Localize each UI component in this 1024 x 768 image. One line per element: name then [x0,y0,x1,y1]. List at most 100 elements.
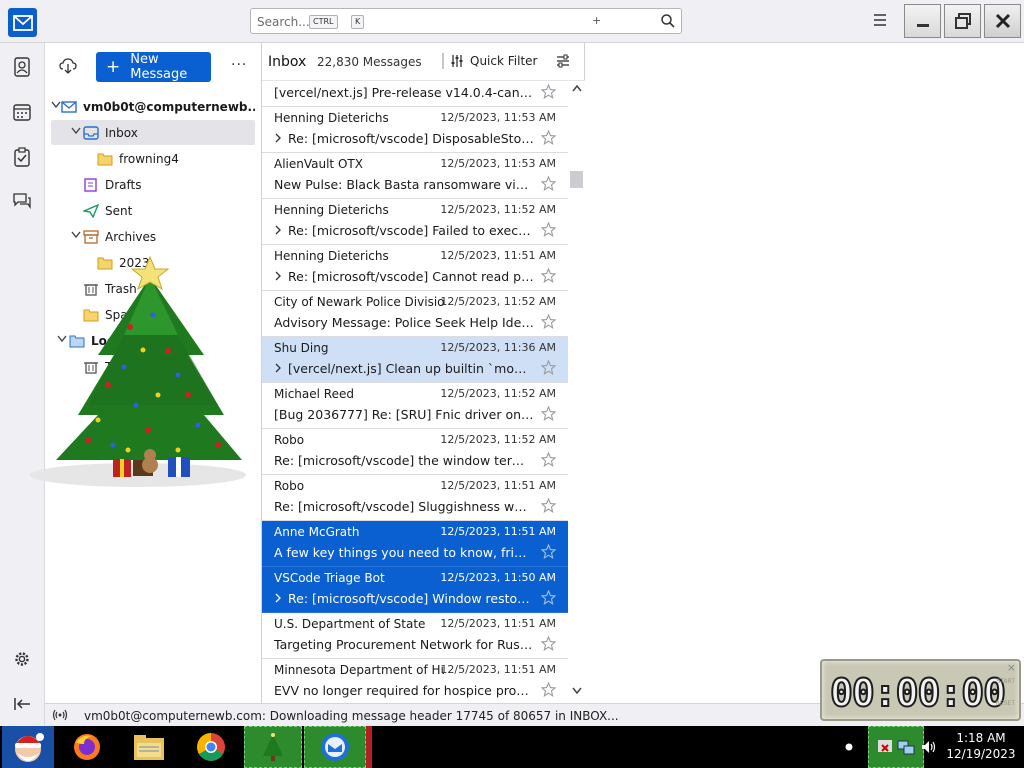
taskbar-file-explorer[interactable] [128,726,170,768]
message-row[interactable]: VSCode Triage Bot 12/5/2023, 11:50 AM Re: … [262,567,568,613]
tasks-icon[interactable] [11,146,33,168]
star-icon[interactable] [540,83,557,102]
folder-frowning4[interactable]: frowning4 [51,146,255,171]
folder-2023[interactable]: 2023 [51,250,255,275]
taskbar-thunderbird[interactable] [304,726,366,768]
message-row[interactable]: Anne McGrath 12/5/2023, 11:51 AM A few key… [262,521,568,567]
folder-label: Sent [105,203,133,218]
scroll-up-icon[interactable] [572,84,582,92]
list-display-options-icon[interactable] [556,54,570,71]
message-subject-line: Targeting Procurement Network for Russia… [274,637,534,652]
star-icon[interactable] [540,359,557,378]
collapse-spaces-icon[interactable] [11,693,33,715]
message-row[interactable]: Robo 12/5/2023, 11:52 AM Re: [microsoft/vs… [262,429,568,475]
expand-chevron-icon[interactable] [55,335,69,346]
message-row[interactable]: City of Newark Police Division 12/5/2023,… [262,291,568,337]
calendar-icon[interactable] [11,101,33,123]
folder-archives[interactable]: Archives [51,224,255,249]
folder-spam[interactable]: Spam [51,302,255,327]
star-icon[interactable] [540,681,557,700]
folder-sent[interactable]: Sent [51,198,255,223]
chat-icon[interactable] [11,190,33,212]
taskbar-clock[interactable]: 1:18 AM 12/19/2023 [938,730,1024,762]
expand-chevron-icon[interactable] [69,231,83,242]
star-icon[interactable] [540,175,557,194]
new-message-button[interactable]: + New Message [96,52,211,82]
thread-chevron-icon[interactable] [274,593,288,606]
drafts-icon [83,177,99,192]
stopwatch-widget: 00:00:00 × START RESET [820,659,1021,721]
thread-chevron-icon[interactable] [274,225,288,238]
expand-chevron-icon[interactable] [69,127,83,138]
search-icon[interactable] [660,13,676,32]
star-icon[interactable] [540,405,557,424]
message-row[interactable]: [vercel/next.js] Pre-release v14.0.4-can… [262,81,568,107]
message-row[interactable]: Minnesota Department of Hu... 12/5/2023, … [262,659,568,703]
settings-gear-icon[interactable] [11,648,33,670]
tray-error-icon [878,740,892,752]
minimize-button[interactable] [904,4,941,38]
folder-label: vm0b0t@computernewb... [83,99,255,114]
scroll-down-icon[interactable] [572,687,582,695]
thread-chevron-icon[interactable] [274,271,288,284]
system-tray[interactable] [868,726,924,768]
restore-button[interactable] [944,4,981,38]
get-messages-icon[interactable] [59,58,77,77]
star-icon[interactable] [540,267,557,286]
app-menu-icon[interactable] [872,12,888,31]
stopwatch-close-button[interactable]: × [1007,661,1016,674]
star-icon[interactable] [540,589,557,608]
message-list-scrollbar[interactable] [568,81,585,703]
mail-app-icon[interactable] [8,8,37,37]
folder-inbox[interactable]: Inbox [51,120,255,145]
star-icon[interactable] [540,451,557,470]
star-icon[interactable] [540,129,557,148]
taskbar-chrome[interactable] [190,726,232,768]
message-row[interactable]: Henning Dieterichs 12/5/2023, 11:52 AM Re:… [262,199,568,245]
stopwatch-start-button[interactable]: START [996,678,1015,685]
message-row[interactable]: Shu Ding 12/5/2023, 11:36 AM [vercel/next.… [262,337,568,383]
message-row[interactable]: AlienVault OTX 12/5/2023, 11:53 AM New Pul… [262,153,568,199]
expand-chevron-icon[interactable] [51,101,61,112]
folder-trash[interactable]: Trash [51,276,255,301]
message-subject: Re: [microsoft/vscode] the window termin… [274,453,534,468]
scrollbar-thumb[interactable] [570,171,583,188]
close-icon [995,13,1010,29]
online-status-icon[interactable] [52,709,68,724]
close-button[interactable] [984,4,1021,38]
message-row[interactable]: Michael Reed 12/5/2023, 11:52 AM [Bug 2036… [262,383,568,429]
thread-chevron-icon[interactable] [274,363,288,376]
start-button[interactable] [2,726,54,768]
santa-start-icon [15,733,44,762]
folder-label: frowning4 [119,151,179,166]
folder-drafts[interactable]: Drafts [51,172,255,197]
folder-trash[interactable]: Trash [51,354,255,379]
volume-icon[interactable] [920,726,938,768]
message-date: 12/5/2023, 11:51 AM [440,249,556,262]
star-icon[interactable] [540,635,557,654]
folder-pane-more-button[interactable]: ··· [231,57,247,73]
message-date: 12/5/2023, 11:51 AM [440,479,556,492]
folder-vm0b0t-computernewb[interactable]: vm0b0t@computernewb... [51,94,255,119]
taskbar-christmas-tree[interactable] [244,726,302,768]
archive-icon [83,229,99,244]
quick-filter-button[interactable]: Quick Filter [450,54,537,68]
star-icon[interactable] [540,221,557,240]
message-row[interactable]: Robo 12/5/2023, 11:51 AM Re: [microsoft/vs… [262,475,568,521]
message-row[interactable]: Henning Dieterichs 12/5/2023, 11:51 AM Re:… [262,245,568,291]
message-subject: A few key things you need to know, frien… [274,545,534,560]
star-icon[interactable] [540,497,557,516]
folder-label: Local Folders [91,333,181,348]
taskbar-firefox[interactable] [66,726,108,768]
folder-local-folders[interactable]: Local Folders [51,328,255,353]
stopwatch-reset-button[interactable]: RESET [996,700,1015,707]
message-row[interactable]: Henning Dieterichs 12/5/2023, 11:53 AM Re:… [262,107,568,153]
folder-label: Spam [105,307,140,322]
star-icon[interactable] [540,543,557,562]
address-book-icon[interactable] [11,56,33,78]
network-icon [897,740,915,755]
message-row[interactable]: U.S. Department of State 12/5/2023, 11:51… [262,613,568,659]
thread-chevron-icon[interactable] [274,133,288,146]
star-icon[interactable] [540,313,557,332]
search-bar[interactable]: Search... CTRL + K [250,8,682,34]
